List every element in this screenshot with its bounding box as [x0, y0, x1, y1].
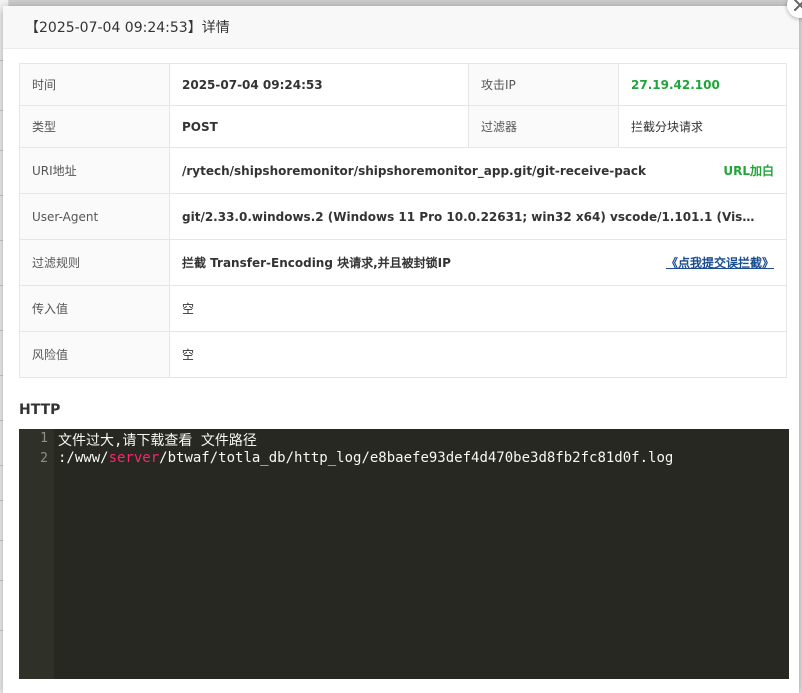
table-row-user-agent: User-Agent git/2.33.0.windows.2 (Windows… [19, 193, 787, 240]
rule-value-cell: 拦截 Transfer-Encoding 块请求,并且被封锁IP 《点我提交误拦… [169, 239, 787, 286]
time-value: 2025-07-04 09:24:53 [169, 63, 469, 106]
type-label: 类型 [19, 105, 170, 148]
url-whitelist-link[interactable]: URL加白 [723, 162, 774, 179]
ip-value-cell: 27.19.42.100 [618, 63, 787, 106]
rule-value: 拦截 Transfer-Encoding 块请求,并且被封锁IP [182, 256, 451, 270]
path-keyword: server [108, 450, 160, 466]
input-label: 传入值 [19, 285, 170, 332]
ua-value: git/2.33.0.windows.2 (Windows 11 Pro 10.… [182, 209, 757, 224]
report-false-block-link[interactable]: 《点我提交误拦截》 [666, 254, 774, 271]
table-row-risk: 风险值 空 [19, 331, 787, 378]
detail-table: 时间 2025-07-04 09:24:53 攻击IP 27.19.42.100… [19, 63, 787, 378]
input-value: 空 [169, 285, 787, 332]
dialog-header: 【2025-07-04 09:24:53】详情 [3, 6, 799, 49]
filter-label: 过滤器 [468, 105, 619, 148]
table-row-input: 传入值 空 [19, 285, 787, 332]
table-row-uri: URI地址 /rytech/shipshoremonitor/shipshore… [19, 147, 787, 194]
code-line-1: 文件过大,请下载查看 文件路径 [58, 433, 257, 449]
risk-value: 空 [169, 331, 787, 378]
table-row-rule: 过滤规则 拦截 Transfer-Encoding 块请求,并且被封锁IP 《点… [19, 239, 787, 286]
table-row-time: 时间 2025-07-04 09:24:53 攻击IP 27.19.42.100 [19, 63, 787, 106]
line-number-gutter: 1 2 [19, 429, 54, 679]
uri-value-cell: /rytech/shipshoremonitor/shipshoremonito… [169, 147, 787, 194]
ip-label: 攻击IP [468, 63, 619, 106]
ua-label: User-Agent [19, 193, 170, 240]
line-number: 2 [40, 451, 48, 466]
uri-value: /rytech/shipshoremonitor/shipshoremonito… [182, 163, 646, 178]
uri-label: URI地址 [19, 147, 170, 194]
http-code-editor[interactable]: 1 2 文件过大,请下载查看 文件路径 :/www/server/btwaf/t… [19, 429, 789, 679]
ip-value: 27.19.42.100 [631, 77, 720, 92]
dialog-title: 【2025-07-04 09:24:53】详情 [25, 20, 230, 36]
time-label: 时间 [19, 63, 170, 106]
code-line-2: :/www/server/btwaf/totla_db/http_log/e8b… [58, 450, 673, 466]
detail-dialog: 【2025-07-04 09:24:53】详情 时间 2025-07-04 09… [3, 0, 802, 693]
rule-label: 过滤规则 [19, 239, 170, 286]
path-segment: :/www/ [58, 450, 109, 466]
ua-value-cell: git/2.33.0.windows.2 (Windows 11 Pro 10.… [169, 193, 787, 240]
http-section-title: HTTP [19, 402, 61, 418]
risk-label: 风险值 [19, 331, 170, 378]
filter-value: 拦截分块请求 [618, 105, 787, 148]
table-row-type: 类型 POST 过滤器 拦截分块请求 [19, 105, 787, 148]
line-number: 1 [40, 431, 48, 446]
path-segment: /btwaf/totla_db/http_log/e8baefe93def4d4… [159, 450, 674, 466]
close-icon [794, 0, 802, 11]
type-value: POST [169, 105, 469, 148]
